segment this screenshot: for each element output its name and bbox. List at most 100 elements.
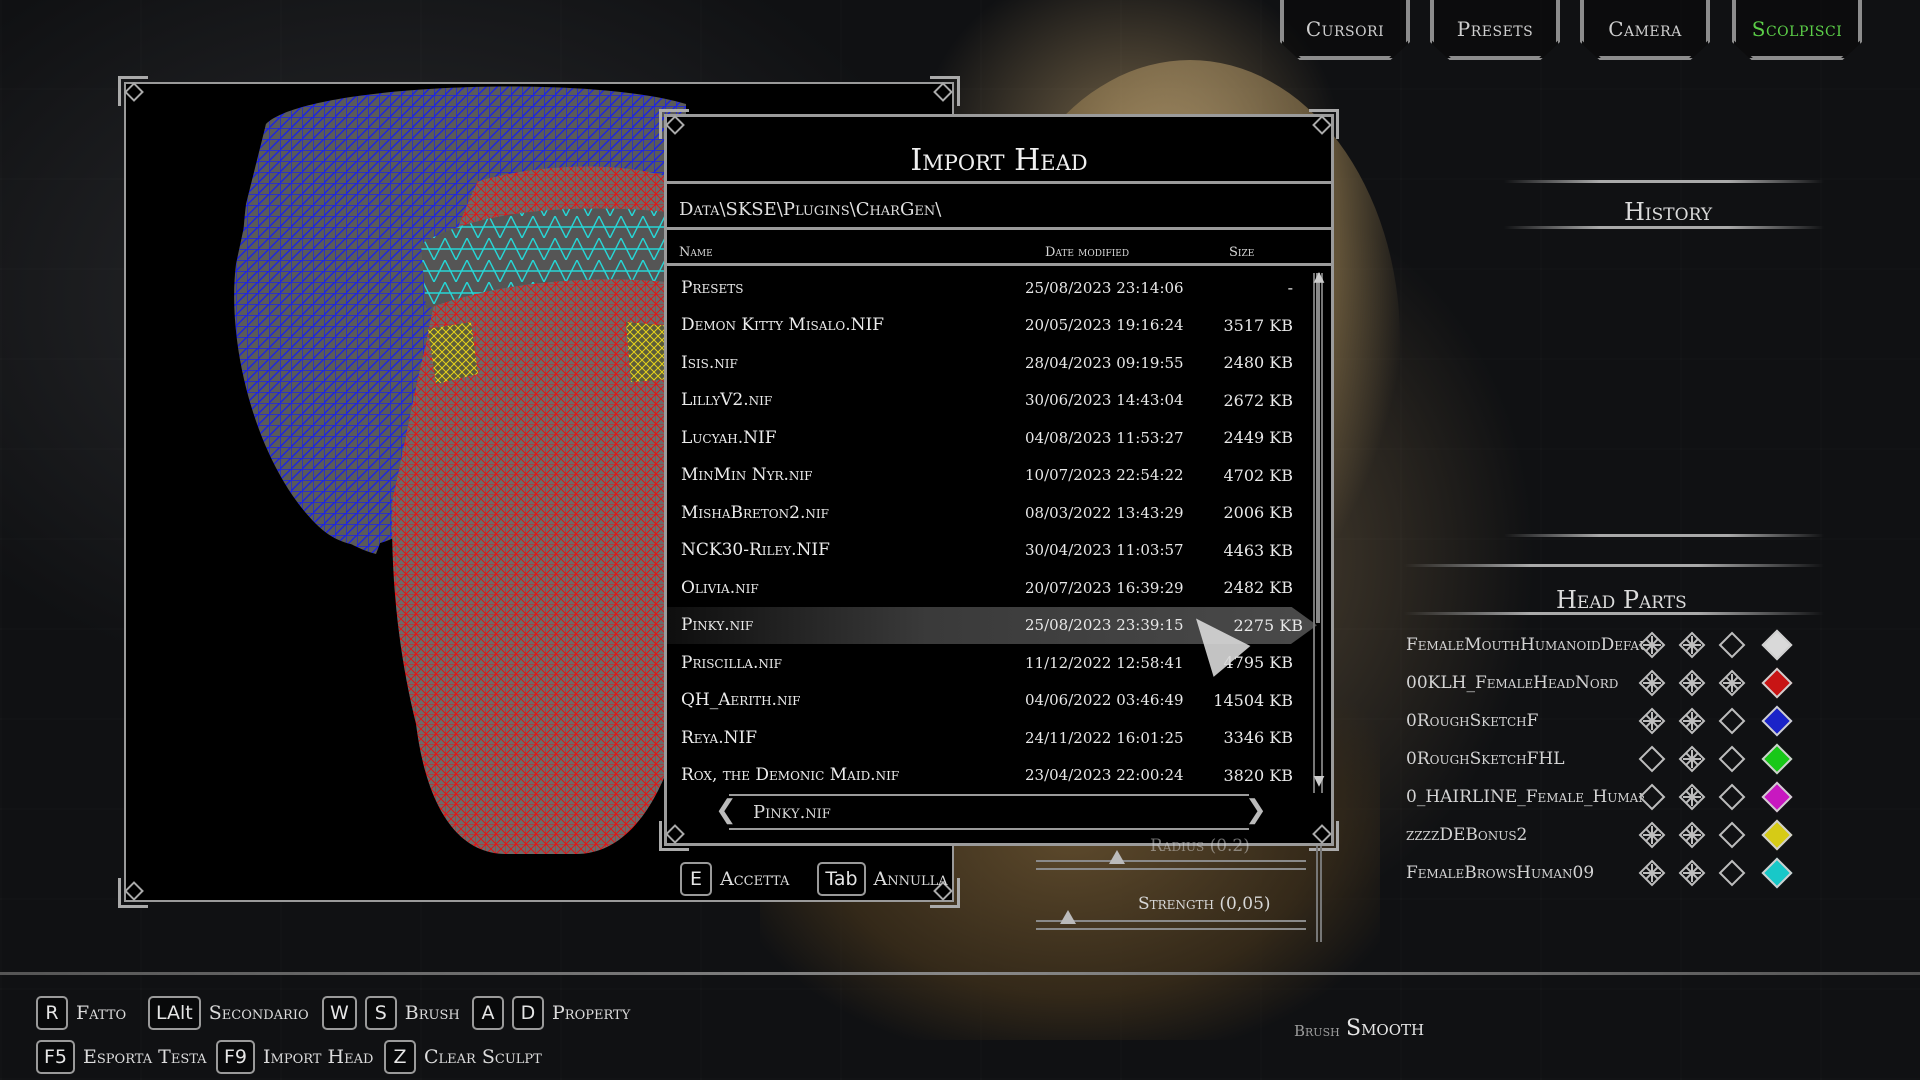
keycap[interactable]: F5 — [36, 1040, 76, 1074]
wireframe-toggle-icon[interactable] — [1678, 783, 1706, 811]
keycap[interactable]: LAlt — [148, 996, 201, 1030]
control-hint: F5 Esporta Testa — [36, 1040, 227, 1074]
lock-toggle-icon[interactable] — [1718, 783, 1746, 811]
keycap[interactable]: D — [512, 996, 544, 1030]
history-top-rule — [1504, 180, 1824, 183]
file-list-scrollbar[interactable] — [1313, 273, 1323, 793]
head-part-row[interactable]: FemaleMouthHumanoidDefault — [1406, 626, 1793, 664]
divider — [667, 227, 1331, 230]
wireframe-color-swatch[interactable] — [1761, 781, 1793, 813]
wireframe-color-swatch[interactable] — [1761, 705, 1793, 737]
cancel-button[interactable]: Annulla — [874, 868, 948, 890]
dialog-title: Import Head — [910, 143, 1088, 178]
wireframe-color-swatch[interactable] — [1761, 743, 1793, 775]
head-parts-title: Head Parts — [1556, 586, 1687, 614]
head-parts-top-rule — [1404, 564, 1824, 567]
column-header-date[interactable]: Date modified — [1045, 245, 1129, 260]
scrollbar-thumb[interactable] — [1316, 273, 1320, 623]
strength-slider[interactable] — [1036, 910, 1306, 930]
control-label: Clear Sculpt — [424, 1046, 542, 1068]
lock-toggle-icon[interactable] — [1718, 669, 1746, 697]
file-name: QH_Aerith.nif — [681, 690, 801, 711]
control-hint: W S Brush — [322, 996, 480, 1030]
column-header-size[interactable]: Size — [1229, 245, 1254, 260]
file-row[interactable]: Rox, the Demonic Maid.nif 23/04/2023 22:0… — [667, 757, 1307, 795]
accept-key[interactable]: E — [680, 862, 712, 896]
history-title-rule — [1504, 226, 1824, 229]
keycap[interactable]: A — [472, 996, 504, 1030]
visibility-toggle-icon[interactable] — [1638, 783, 1666, 811]
radius-slider-knob[interactable] — [1109, 850, 1125, 864]
file-size: 4702 KB — [1223, 465, 1293, 485]
keycap[interactable]: S — [364, 996, 397, 1030]
head-part-row[interactable]: 0RoughSketchFHL — [1406, 740, 1793, 778]
filename-input[interactable]: Pinky.nif — [729, 794, 1249, 830]
file-row[interactable]: Isis.nif 28/04/2023 09:19:55 2480 KB — [667, 344, 1307, 382]
file-name: Rox, the Demonic Maid.nif — [681, 765, 900, 786]
head-part-row[interactable]: zzzzDEBonus2 — [1406, 816, 1793, 854]
file-date: 08/03/2022 13:43:29 — [1025, 503, 1184, 522]
wireframe-color-swatch[interactable] — [1761, 819, 1793, 851]
tab-camera[interactable]: Camera — [1580, 0, 1710, 60]
file-row[interactable]: QH_Aerith.nif 04/06/2022 03:46:49 14504 KB — [667, 682, 1307, 720]
wireframe-color-swatch[interactable] — [1761, 629, 1793, 661]
file-date: 28/04/2023 09:19:55 — [1025, 353, 1184, 372]
keycap[interactable]: Z — [384, 1040, 416, 1074]
head-part-row[interactable]: 00KLH_FemaleHeadNord — [1406, 664, 1793, 702]
lock-toggle-icon[interactable] — [1718, 631, 1746, 659]
column-header-name[interactable]: Name — [679, 245, 713, 260]
lock-toggle-icon[interactable] — [1718, 707, 1746, 735]
frame-corner-ornament — [659, 109, 689, 139]
wireframe-toggle-icon[interactable] — [1678, 821, 1706, 849]
file-row[interactable]: Reya.NIF 24/11/2022 16:01:25 3346 KB — [667, 719, 1307, 757]
file-row[interactable]: Lucyah.NIF 04/08/2023 11:53:27 2449 KB — [667, 419, 1307, 457]
file-size: 4463 KB — [1223, 540, 1293, 560]
head-part-toggles — [1638, 705, 1793, 737]
file-row[interactable]: NCK30-Riley.NIF 30/04/2023 11:03:57 4463 K… — [667, 532, 1307, 570]
tab-scolpisci[interactable]: Scolpisci — [1732, 0, 1862, 60]
visibility-toggle-icon[interactable] — [1638, 745, 1666, 773]
eye-mesh-left — [428, 322, 478, 384]
file-row[interactable]: Olivia.nif 20/07/2023 16:39:29 2482 KB — [667, 569, 1307, 607]
wireframe-toggle-icon[interactable] — [1678, 707, 1706, 735]
tab-presets[interactable]: Presets — [1430, 0, 1560, 60]
wireframe-toggle-icon[interactable] — [1678, 859, 1706, 887]
lock-toggle-icon[interactable] — [1718, 859, 1746, 887]
file-row[interactable]: MinMin Nyr.nif 10/07/2023 22:54:22 4702 KB — [667, 457, 1307, 495]
visibility-toggle-icon[interactable] — [1638, 631, 1666, 659]
file-row[interactable]: Presets 25/08/2023 23:14:06 - — [667, 269, 1307, 307]
keycap[interactable]: F9 — [216, 1040, 256, 1074]
tab-cursori[interactable]: Cursori — [1280, 0, 1410, 60]
lock-toggle-icon[interactable] — [1718, 821, 1746, 849]
head-part-name: 0RoughSketchFHL — [1406, 749, 1565, 769]
cancel-key[interactable]: Tab — [817, 862, 866, 896]
radius-slider[interactable] — [1036, 850, 1306, 870]
wireframe-color-swatch[interactable] — [1761, 667, 1793, 699]
head-part-row[interactable]: 0RoughSketchF — [1406, 702, 1793, 740]
wireframe-toggle-icon[interactable] — [1678, 631, 1706, 659]
file-name: MinMin Nyr.nif — [681, 465, 813, 486]
sliders-scrollbar[interactable] — [1316, 846, 1322, 942]
wireframe-color-swatch[interactable] — [1761, 857, 1793, 889]
scroll-down-icon[interactable]: ▼ — [1311, 773, 1327, 789]
lock-toggle-icon[interactable] — [1718, 745, 1746, 773]
visibility-toggle-icon[interactable] — [1638, 707, 1666, 735]
file-row[interactable]: Demon Kitty Misalo.NIF 20/05/2023 19:16:2… — [667, 307, 1307, 345]
head-parts-title-rule — [1404, 612, 1824, 615]
strength-slider-knob[interactable] — [1060, 910, 1077, 924]
wireframe-toggle-icon[interactable] — [1678, 669, 1706, 697]
head-part-row[interactable]: FemaleBrowsHuman09 — [1406, 854, 1793, 892]
file-row[interactable]: LillyV2.nif 30/06/2023 14:43:04 2672 KB — [667, 382, 1307, 420]
accept-button[interactable]: Accetta — [720, 868, 789, 890]
visibility-toggle-icon[interactable] — [1638, 859, 1666, 887]
file-row[interactable]: MishaBreton2.nif 08/03/2022 13:43:29 2006 … — [667, 494, 1307, 532]
visibility-toggle-icon[interactable] — [1638, 821, 1666, 849]
file-name: NCK30-Riley.NIF — [681, 540, 830, 561]
wireframe-toggle-icon[interactable] — [1678, 745, 1706, 773]
keycap[interactable]: W — [322, 996, 357, 1030]
visibility-toggle-icon[interactable] — [1638, 669, 1666, 697]
keycap[interactable]: R — [36, 996, 68, 1030]
head-part-row[interactable]: 0_HAIRLINE_Female_Human_Straight — [1406, 778, 1793, 816]
scroll-up-icon[interactable]: ▲ — [1311, 269, 1327, 285]
head-part-name: 0RoughSketchF — [1406, 711, 1539, 731]
